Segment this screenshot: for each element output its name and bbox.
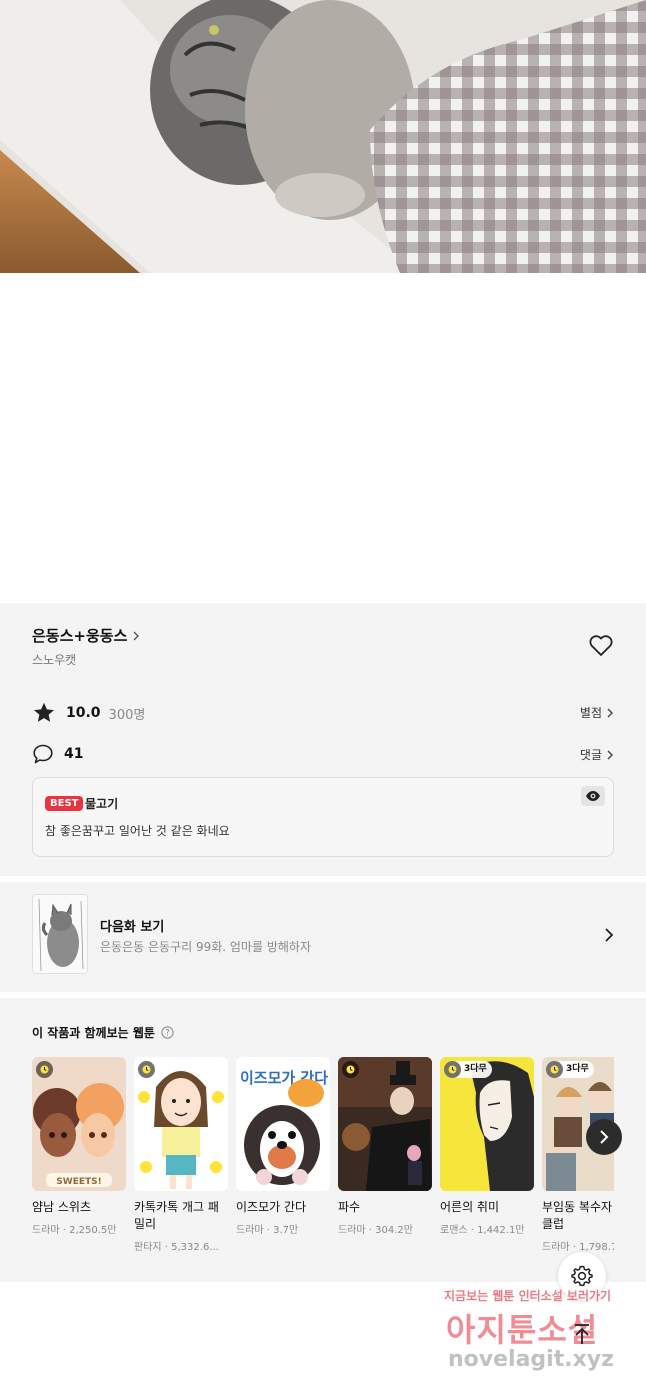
clock-icon (142, 1065, 151, 1074)
star-icon (34, 702, 54, 722)
rate-button[interactable]: 별점 (580, 704, 614, 721)
recommendations-header: 이 작품과 함께보는 웹툰 ? (32, 1024, 174, 1041)
recommendation-meta: 드라마 · 304.2만 (338, 1225, 413, 1236)
wait-free-badge (138, 1061, 155, 1078)
recommendation-title: 이즈모가 간다 (236, 1200, 307, 1214)
recommendation-card[interactable]: 이즈모가 간다 이즈모가 간다 드라마 · 3.7만 (236, 1057, 330, 1236)
thumbnail-text: SWEETS! (56, 1177, 101, 1187)
chevron-right-icon (600, 1130, 609, 1144)
heart-icon[interactable] (588, 634, 614, 658)
gear-icon (571, 1265, 593, 1286)
clock-icon (40, 1065, 49, 1074)
rating-score: 10.0 (66, 705, 101, 721)
chevron-right-icon (607, 708, 613, 717)
recommendation-meta: 판타지 · 5,332.6... (134, 1242, 219, 1253)
comments-button[interactable]: 댓글 (580, 746, 614, 763)
recommendation-thumbnail (134, 1057, 228, 1191)
recommendation-thumbnail (338, 1057, 432, 1191)
clock-icon (444, 1061, 461, 1078)
recommendations-section: 이 작품과 함께보는 웹툰 ? SWEETS! 얌남 스위츠 드라마 · 2,2… (0, 998, 646, 1282)
recommendation-thumbnail: 이즈모가 간다 (236, 1057, 330, 1191)
svg-text:?: ? (165, 1029, 170, 1039)
next-episode-thumbnail (32, 894, 88, 974)
next-episode-link[interactable]: 다음화 보기 은동은동 은동구리 99화. 엄마를 방해하자 (0, 882, 646, 992)
cat-photo (0, 0, 646, 273)
recommendation-title: 부임동 복수자 설클럽 (542, 1200, 614, 1231)
recommendations-title: 이 작품과 함께보는 웹툰 (32, 1026, 155, 1040)
recommendation-card[interactable]: SWEETS! 얌남 스위츠 드라마 · 2,250.5만 (32, 1057, 126, 1236)
comment-count: 41 (64, 746, 84, 762)
recommendation-thumbnail: 3다무 (440, 1057, 534, 1191)
recommendation-title: 얌남 스위츠 (32, 1200, 92, 1214)
help-icon[interactable]: ? (161, 1026, 174, 1039)
badge-label: 3다무 (464, 1064, 487, 1074)
next-episode-subtitle: 은동은동 은동구리 99화. 엄마를 방해하자 (100, 940, 311, 954)
work-title: 은동스+웅동스 (32, 627, 128, 645)
recommendation-card[interactable]: 3다무 어른의 취미 로맨스 · 1,442.1만 (440, 1057, 534, 1236)
badge-label: 3다무 (566, 1064, 589, 1074)
wait-free-badge (342, 1061, 359, 1078)
recommendation-card[interactable]: 파수 드라마 · 304.2만 (338, 1057, 432, 1236)
recommendation-title: 카톡카톡 개그 패밀리 (134, 1200, 219, 1231)
hero-image (0, 0, 646, 273)
comment-count-row: 41 (32, 743, 83, 765)
rating-row: 10.0 300명 (32, 701, 145, 725)
recommendation-meta: 드라마 · 2,250.5만 (32, 1225, 117, 1236)
wait-free-badge (36, 1061, 53, 1078)
work-info-section: 은동스+웅동스 스노우캣 10.0 300명 별점 41 댓글 BEST 물고기 (0, 603, 646, 876)
view-toggle-button[interactable] (581, 786, 605, 806)
best-comment-author: 물고기 (85, 797, 119, 811)
chevron-right-icon (605, 928, 614, 942)
work-author: 스노우캣 (32, 653, 77, 667)
recommendation-title: 어른의 취미 (440, 1200, 500, 1214)
watermark: 지금보는 웹툰 인터소설 보러가기 아지툰소설 novelagit.xyz (440, 1287, 640, 1387)
next-episode-title: 다음화 보기 (100, 920, 165, 935)
recommendation-card[interactable]: 카톡카톡 개그 패밀리 판타지 · 5,332.6... (134, 1057, 228, 1253)
best-badge: BEST (45, 796, 84, 811)
recommendation-card[interactable]: 3다무 부임동 복수자 설클럽 드라마 · 1,798.7 (542, 1057, 614, 1253)
recommendation-meta: 드라마 · 3.7만 (236, 1225, 299, 1236)
recommendation-meta: 로맨스 · 1,442.1만 (440, 1225, 525, 1236)
best-comment-card[interactable]: BEST 물고기 참 좋은꿈꾸고 일어난 것 같은 화네요 (32, 777, 614, 857)
work-title-link[interactable]: 은동스+웅동스 (32, 625, 141, 646)
speech-bubble-icon (33, 744, 53, 764)
best-comment-text: 참 좋은꿈꾸고 일어난 것 같은 화네요 (45, 824, 230, 838)
carousel-next-button[interactable] (586, 1119, 622, 1155)
chevron-right-icon (133, 631, 140, 640)
arrow-up-icon (575, 1324, 589, 1344)
chevron-right-icon (607, 750, 613, 759)
eye-icon (586, 791, 600, 801)
clock-icon (546, 1061, 563, 1078)
scroll-top-button[interactable] (560, 1312, 604, 1356)
blank-area (0, 273, 646, 603)
wait-free-badge: 3다무 (444, 1061, 492, 1078)
recommendation-title: 파수 (338, 1200, 361, 1214)
recommendation-thumbnail: SWEETS! (32, 1057, 126, 1191)
recommendation-carousel[interactable]: SWEETS! 얌남 스위츠 드라마 · 2,250.5만 카톡카톡 개그 패밀… (32, 1057, 614, 1272)
wait-free-badge: 3다무 (546, 1061, 594, 1078)
clock-icon (346, 1065, 355, 1074)
rating-count: 300명 (108, 707, 146, 723)
rate-label: 별점 (579, 706, 602, 720)
recommendation-meta: 드라마 · 1,798.7 (542, 1242, 614, 1253)
comments-label: 댓글 (579, 748, 602, 762)
settings-button[interactable] (558, 1252, 606, 1300)
